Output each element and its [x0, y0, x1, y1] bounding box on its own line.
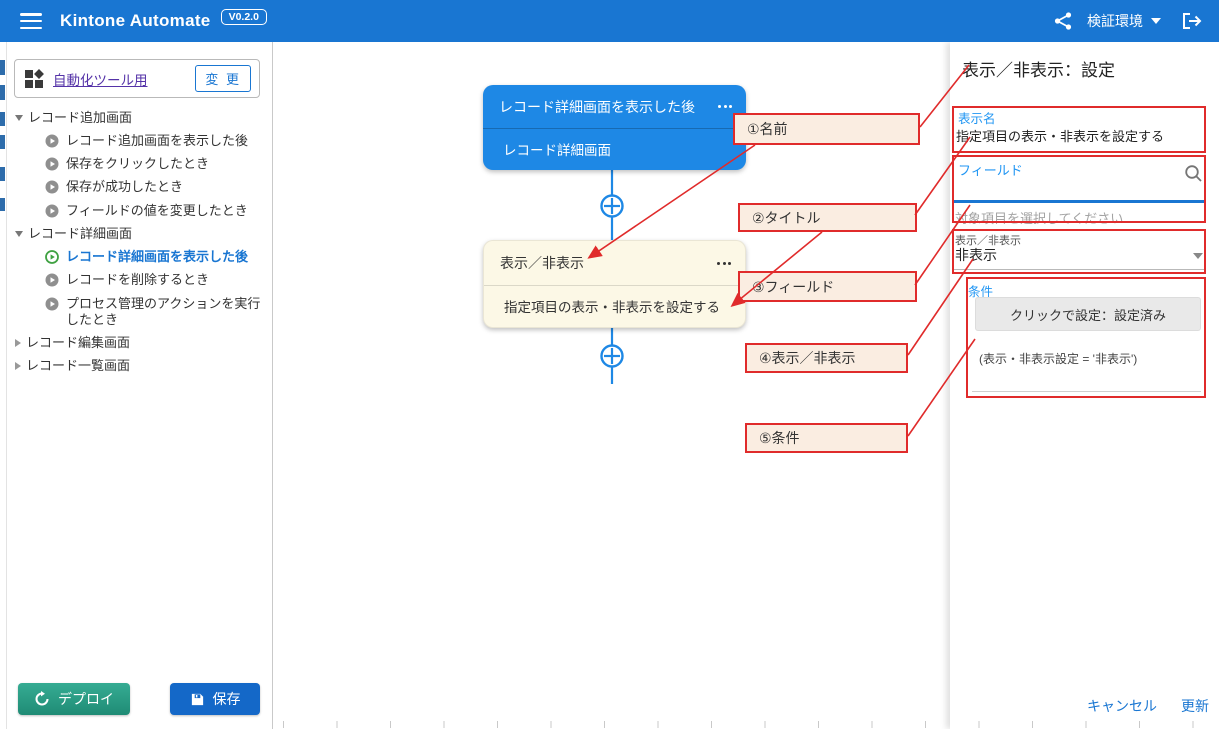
condition-set-button[interactable]: クリックで設定：設定済み [975, 297, 1201, 331]
annotation-label-title: ②タイトル [738, 203, 917, 232]
environment-label: 検証環境 [1087, 11, 1143, 31]
environment-selector[interactable]: 検証環境 [1087, 11, 1161, 31]
field-label: フィールド [958, 160, 1023, 179]
tree-item[interactable]: 保存が成功したとき [9, 176, 267, 199]
divider [972, 391, 1201, 392]
flow-node-trigger[interactable]: レコード詳細画面を表示した後 レコード詳細画面 [483, 85, 746, 170]
change-app-button[interactable]: 変 更 [195, 65, 251, 92]
event-icon [45, 297, 59, 311]
visibility-select[interactable]: 非表示 [955, 245, 997, 265]
logout-icon[interactable] [1181, 11, 1203, 31]
flow-canvas: レコード詳細画面を表示した後 レコード詳細画面 表示／非表示 指定項目の表示・非… [274, 42, 950, 729]
event-icon-active [45, 250, 59, 264]
flow-node-action[interactable]: 表示／非表示 指定項目の表示・非表示を設定する [483, 240, 746, 328]
event-icon [45, 180, 59, 194]
search-icon[interactable] [1184, 164, 1203, 183]
event-icon [45, 204, 59, 218]
version-badge: V0.2.0 [221, 9, 267, 25]
display-name-input[interactable]: 指定項目の表示・非表示を設定する [956, 126, 1164, 145]
caret-down-icon[interactable] [15, 231, 23, 237]
chevron-down-icon [1151, 18, 1161, 24]
tree-group-record-detail[interactable]: レコード詳細画面 [9, 222, 267, 245]
save-button[interactable]: 保存 [170, 683, 260, 715]
share-icon[interactable] [1053, 11, 1073, 31]
tree-item[interactable]: レコード追加画面を表示した後 [9, 129, 267, 152]
caret-right-icon[interactable] [15, 362, 21, 370]
menu-icon[interactable] [20, 13, 42, 29]
tree-item[interactable]: 保存をクリックしたとき [9, 153, 267, 176]
tree-item[interactable]: レコードを削除するとき [9, 269, 267, 292]
app-icon [23, 68, 45, 90]
condition-summary: (表示・非表示設定 = '非表示') [979, 350, 1137, 367]
caret-down-icon[interactable] [15, 115, 23, 121]
node-subtitle: 指定項目の表示・非表示を設定する [504, 296, 720, 316]
annotation-label-condition: ⑤条件 [745, 423, 908, 453]
add-step-button[interactable] [602, 196, 623, 217]
field-input[interactable]: 対象項目を選択してください [955, 208, 1123, 227]
deploy-button[interactable]: デプロイ [18, 683, 130, 715]
top-app-bar: Kintone Automate V0.2.0 検証環境 [0, 0, 1219, 42]
tree-item[interactable]: フィールドの値を変更したとき [9, 199, 267, 222]
panel-title: 表示／非表示：設定 [962, 56, 1115, 81]
field-input-underline [953, 200, 1205, 203]
tree-item-active[interactable]: レコード詳細画面を表示した後 [9, 246, 267, 269]
event-icon [45, 157, 59, 171]
settings-panel: 表示／非表示：設定 表示名 指定項目の表示・非表示を設定する フィールド 対象項… [950, 42, 1219, 729]
add-step-button[interactable] [602, 346, 623, 367]
cancel-button[interactable]: キャンセル [1087, 696, 1157, 716]
node-subtitle: レコード詳細画面 [503, 139, 611, 159]
save-icon [190, 692, 205, 707]
tree-group-record-add[interactable]: レコード追加画面 [9, 106, 267, 129]
tree-group-record-edit[interactable]: レコード編集画面 [9, 332, 267, 355]
node-title: レコード詳細画面を表示した後 [499, 97, 695, 117]
annotation-label-field: ③フィールド [738, 271, 917, 302]
visibility-underline [953, 269, 1205, 270]
edge-minimap-strip [0, 42, 7, 729]
event-tree: レコード追加画面 レコード追加画面を表示した後 保存をクリックしたとき 保存が成… [9, 106, 267, 378]
more-options-icon[interactable] [710, 101, 732, 112]
annotation-label-visibility: ④表示／非表示 [745, 343, 908, 373]
more-options-icon[interactable] [709, 258, 731, 269]
display-name-label: 表示名 [958, 108, 996, 127]
sync-icon [34, 691, 50, 707]
sidebar: 自動化ツール用 変 更 レコード追加画面 レコード追加画面を表示した後 保存をク… [7, 42, 273, 729]
tree-item[interactable]: プロセス管理のアクションを実行したとき [9, 292, 267, 332]
event-icon [45, 134, 59, 148]
app-name-link[interactable]: 自動化ツール用 [53, 69, 187, 89]
caret-right-icon[interactable] [15, 339, 21, 347]
update-button[interactable]: 更新 [1181, 696, 1209, 716]
app-selector-card: 自動化ツール用 変 更 [14, 59, 260, 98]
sidebar-actions: デプロイ 保存 [7, 673, 272, 729]
node-title: 表示／非表示 [500, 253, 584, 273]
event-icon [45, 273, 59, 287]
annotation-label-name: ①名前 [733, 113, 920, 145]
tree-group-record-list[interactable]: レコード一覧画面 [9, 355, 267, 378]
chevron-down-icon[interactable] [1193, 253, 1203, 259]
app-title: Kintone Automate [60, 11, 211, 31]
